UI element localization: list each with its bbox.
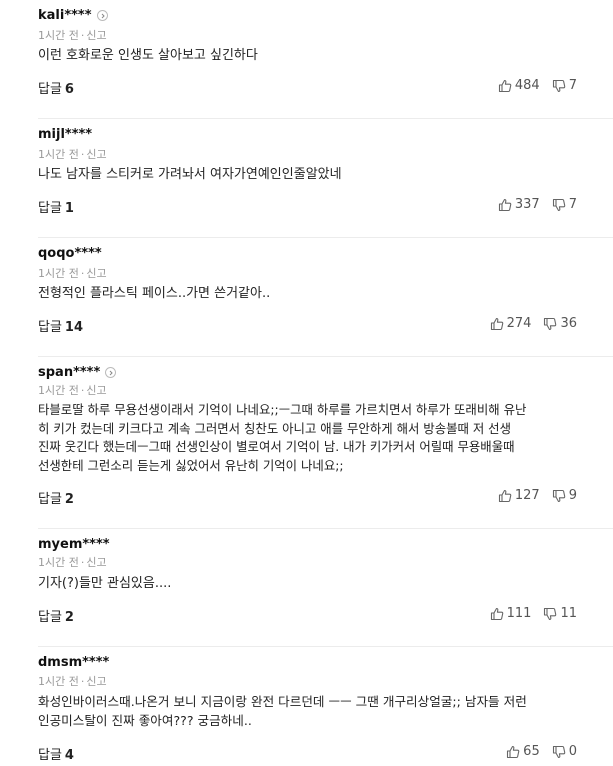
dislike-count: 36 [560, 316, 577, 331]
dislike-button[interactable]: 36 [543, 316, 577, 331]
reply-button[interactable]: 답글 4 [38, 744, 74, 763]
comment-username[interactable]: dmsm**** [38, 655, 109, 670]
reply-count: 6 [64, 82, 74, 97]
thumbs-down-icon [552, 489, 566, 502]
like-button[interactable]: 484 [498, 78, 540, 93]
report-link[interactable]: 신고 [86, 384, 106, 397]
meta-dot: · [80, 675, 85, 688]
comment-item: kali**** 1시간 전 · 신고 이런 호화로운 인생도 살아보고 싶긴하다 … [0, 0, 613, 118]
report-link[interactable]: 신고 [86, 29, 106, 42]
report-link[interactable]: 신고 [86, 148, 106, 161]
like-count: 111 [506, 606, 532, 621]
reply-count: 4 [64, 748, 74, 763]
meta-dot: · [80, 267, 85, 280]
thumbs-down-icon [544, 317, 557, 330]
like-count: 65 [523, 744, 540, 759]
comment-username[interactable]: qoqo**** [38, 246, 102, 261]
like-button[interactable]: 111 [490, 606, 532, 621]
report-link[interactable]: 신고 [86, 675, 106, 688]
thumbs-up-icon [490, 317, 503, 330]
comment-text: 기자(?)들만 관심있음.... [38, 576, 172, 591]
comment-meta: 1시간 전 · 신고 [38, 554, 107, 570]
thumbs-down-icon [544, 607, 557, 620]
report-link[interactable]: 신고 [86, 556, 106, 569]
profile-arrow-icon[interactable] [105, 367, 117, 378]
reply-label: 답글 [38, 320, 62, 335]
reply-label: 답글 [38, 492, 62, 507]
comment-username[interactable]: kali**** [38, 8, 92, 23]
comment-text: 이런 호화로운 인생도 살아보고 싶긴하다 [38, 48, 258, 63]
reply-count: 1 [64, 201, 74, 216]
meta-dot: · [80, 556, 85, 569]
reply-label: 답글 [38, 610, 62, 625]
comment-text: 화성인바이러스때.나온거 보니 지금이랑 완전 다르던데 ㅡㅡ 그땐 개구리상얼… [38, 694, 527, 728]
reply-label: 답글 [38, 201, 62, 216]
dislike-button[interactable]: 11 [543, 606, 577, 621]
comment-text: 나도 남자를 스티커로 가려놔서 여자가연예인인줄알았네 [38, 167, 342, 182]
like-button[interactable]: 337 [498, 197, 540, 212]
comment-meta: 1시간 전 · 신고 [38, 27, 107, 43]
like-count: 337 [514, 197, 540, 212]
profile-arrow-icon[interactable] [96, 10, 108, 21]
comment-text: 전형적인 플라스틱 페이스..가면 쓴거같아.. [38, 286, 271, 301]
comment-username[interactable]: myem**** [38, 537, 110, 552]
comment-meta: 1시간 전 · 신고 [38, 673, 107, 689]
reply-count: 14 [64, 320, 84, 335]
like-count: 484 [514, 78, 540, 93]
reply-button[interactable]: 답글 14 [38, 316, 83, 335]
thumbs-up-icon [507, 745, 520, 758]
comment-list: kali**** 1시간 전 · 신고 이런 호화로운 인생도 살아보고 싶긴하다 … [0, 0, 613, 766]
like-button[interactable]: 274 [490, 316, 532, 331]
reply-button[interactable]: 답글 1 [38, 197, 74, 216]
comment-item: qoqo**** 1시간 전 · 신고 전형적인 플라스틱 페이스..가면 쓴거같아… [0, 238, 613, 356]
like-count: 127 [514, 488, 540, 503]
comment-time: 1시간 전 [38, 29, 79, 42]
thumbs-up-icon [498, 198, 512, 211]
report-link[interactable]: 신고 [86, 267, 106, 280]
dislike-count: 9 [568, 488, 577, 503]
like-button[interactable]: 65 [506, 744, 540, 759]
meta-dot: · [80, 148, 85, 161]
dislike-button[interactable]: 9 [552, 488, 577, 503]
reply-button[interactable]: 답글 2 [38, 488, 74, 507]
comment-username[interactable]: span**** [38, 365, 100, 380]
comment-item: dmsm**** 1시간 전 · 신고 화성인바이러스때.나온거 보니 지금이랑 완… [0, 647, 613, 766]
comment-meta: 1시간 전 · 신고 [38, 146, 107, 162]
comment-username[interactable]: mijl**** [38, 127, 92, 142]
dislike-count: 0 [568, 744, 577, 759]
dislike-button[interactable]: 7 [552, 197, 577, 212]
comment-time: 1시간 전 [38, 556, 79, 569]
dislike-button[interactable]: 7 [552, 78, 577, 93]
thumbs-up-icon [498, 489, 512, 502]
comment-meta: 1시간 전 · 신고 [38, 382, 107, 398]
comment-item: mijl**** 1시간 전 · 신고 나도 남자를 스티커로 가려놔서 여자가연예… [0, 119, 613, 237]
comment-meta: 1시간 전 · 신고 [38, 265, 107, 281]
thumbs-down-icon [552, 198, 566, 211]
dislike-count: 7 [568, 197, 577, 212]
comment-item: span**** 1시간 전 · 신고 타블로딸 하루 무용선생이래서 기억이 나네… [0, 357, 613, 529]
thumbs-up-icon [498, 79, 512, 92]
reply-button[interactable]: 답글 2 [38, 606, 74, 625]
comment-item: myem**** 1시간 전 · 신고 기자(?)들만 관심있음.... 답글 2 1… [0, 529, 613, 647]
comment-time: 1시간 전 [38, 384, 79, 397]
reply-count: 2 [64, 492, 74, 507]
reply-button[interactable]: 답글 6 [38, 78, 74, 97]
dislike-button[interactable]: 0 [552, 744, 577, 759]
dislike-count: 11 [560, 606, 577, 621]
thumbs-down-icon [552, 79, 566, 92]
like-count: 274 [506, 316, 532, 331]
comment-text: 타블로딸 하루 무용선생이래서 기억이 나네요;;ㅡ그때 하루를 가르치면서 하… [38, 402, 527, 473]
reply-label: 답글 [38, 748, 62, 763]
meta-dot: · [80, 384, 85, 397]
thumbs-up-icon [490, 607, 503, 620]
comment-time: 1시간 전 [38, 267, 79, 280]
comment-time: 1시간 전 [38, 148, 79, 161]
like-button[interactable]: 127 [498, 488, 540, 503]
dislike-count: 7 [568, 78, 577, 93]
reply-count: 2 [64, 610, 74, 625]
comment-time: 1시간 전 [38, 675, 79, 688]
reply-label: 답글 [38, 82, 62, 97]
thumbs-down-icon [552, 745, 566, 758]
meta-dot: · [80, 29, 85, 42]
